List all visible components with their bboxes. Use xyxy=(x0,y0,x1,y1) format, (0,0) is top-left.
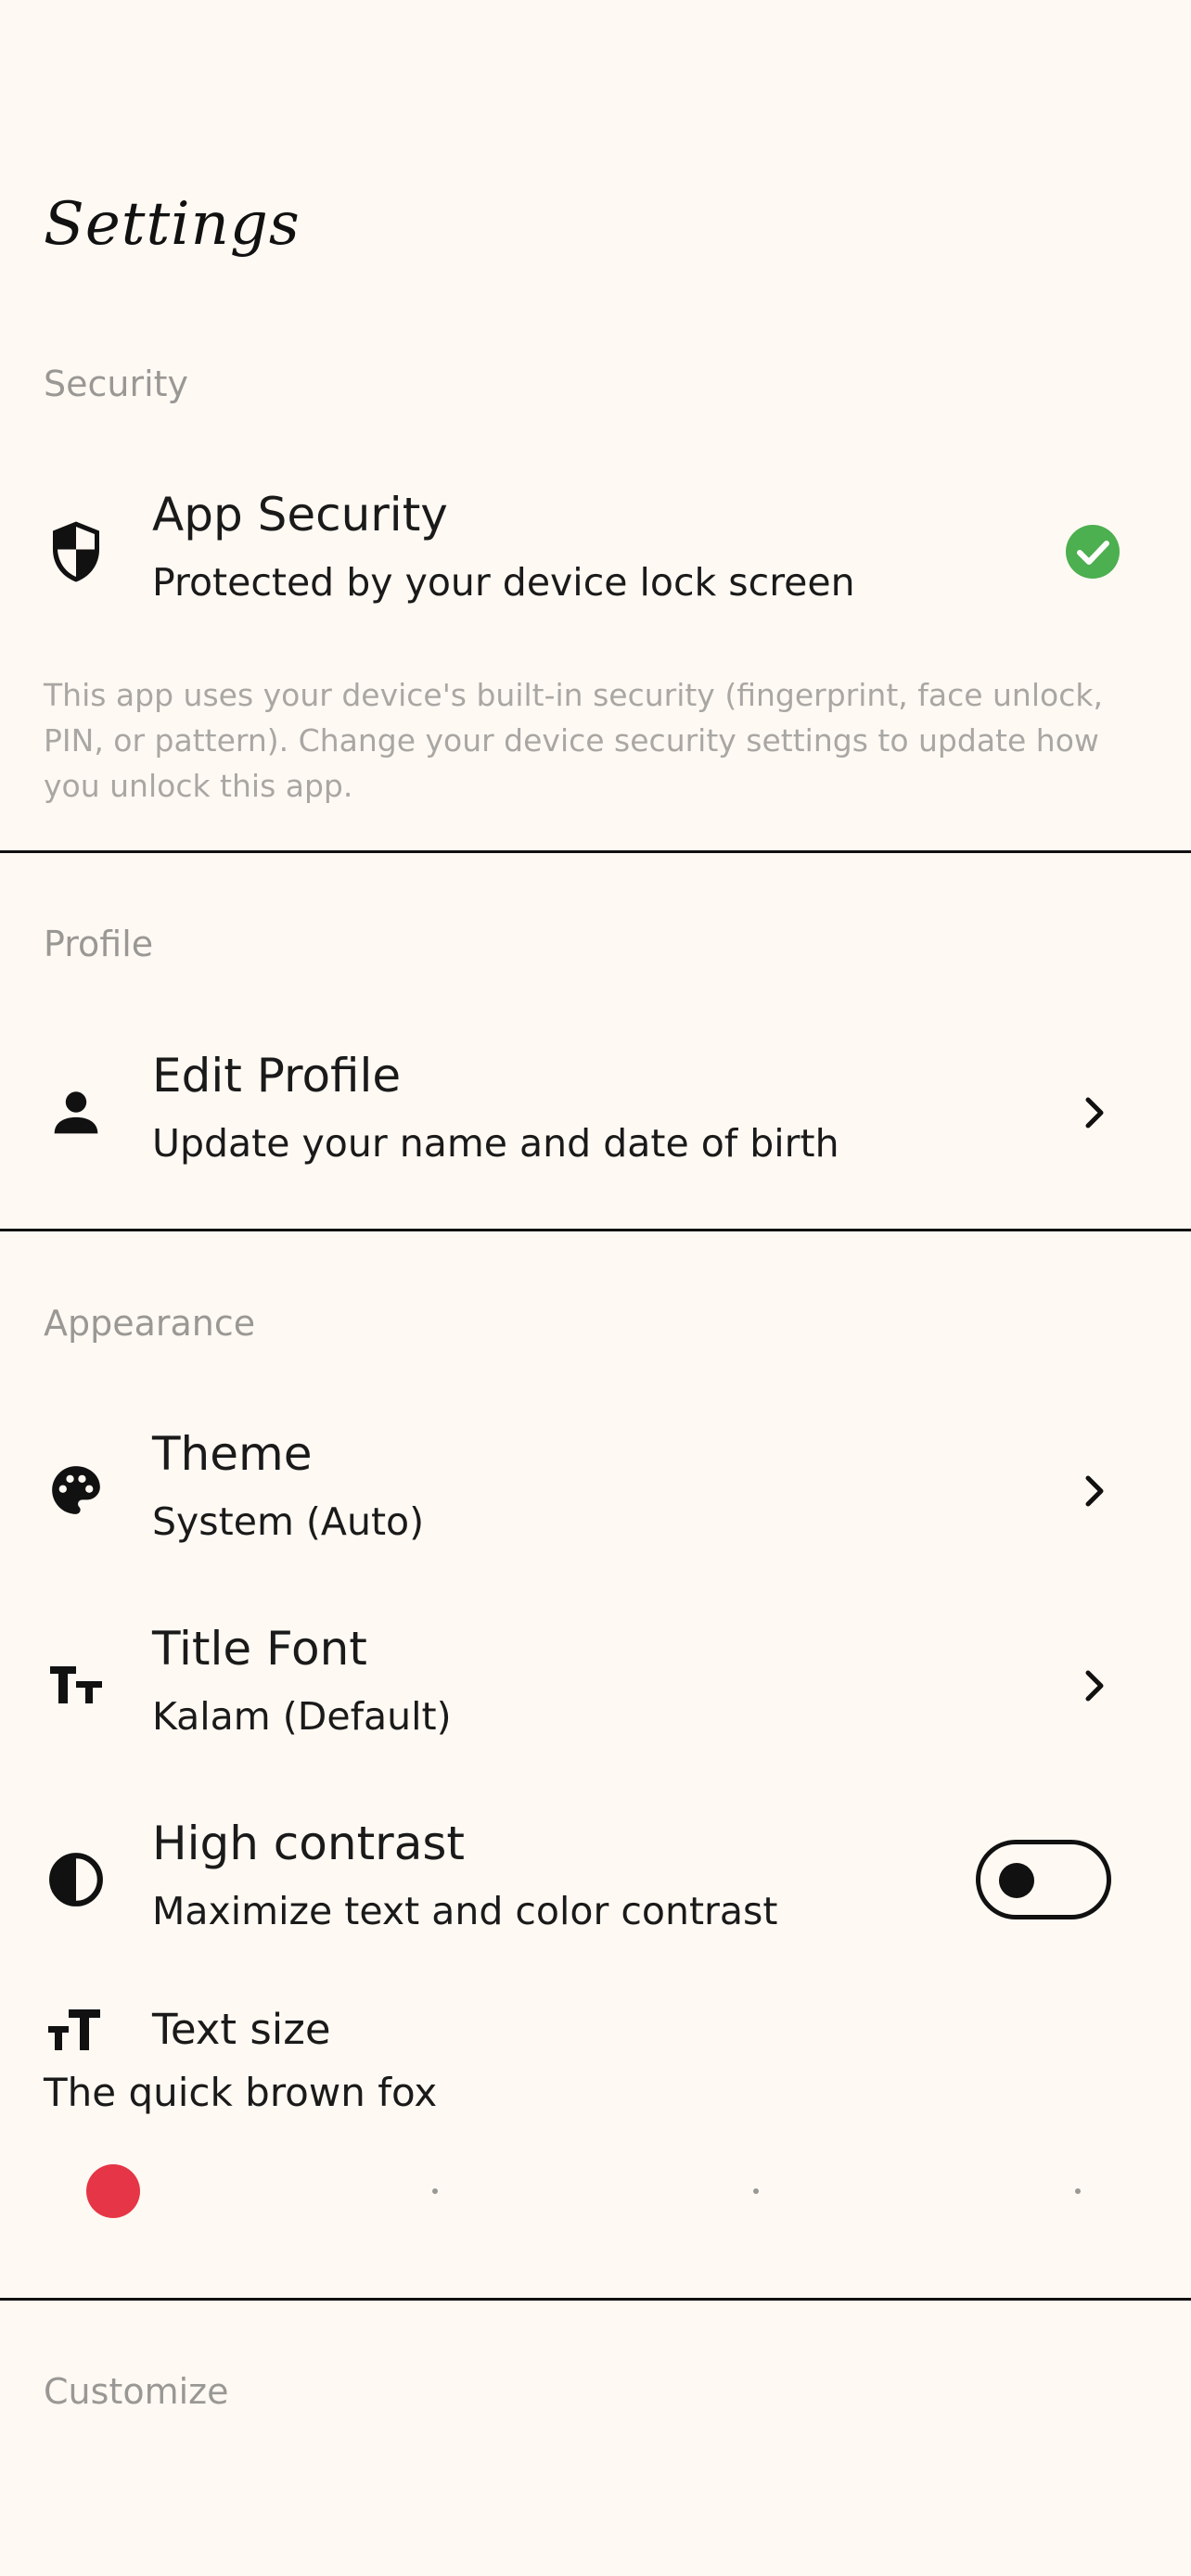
high-contrast-toggle[interactable] xyxy=(976,1840,1111,1919)
text-size-title: Text size xyxy=(152,2005,331,2054)
title-font-subtitle: Kalam (Default) xyxy=(152,1694,452,1739)
palette-icon xyxy=(41,1455,111,1525)
section-header-customize: Customize xyxy=(44,2371,229,2412)
slider-thumb[interactable] xyxy=(86,2164,140,2218)
slider-step-dot xyxy=(1075,2188,1081,2194)
check-circle-icon xyxy=(1065,524,1121,580)
security-note: This app uses your device's built-in sec… xyxy=(44,677,1103,804)
high-contrast-subtitle: Maximize text and color contrast xyxy=(152,1889,778,1933)
app-security-title: App Security xyxy=(152,488,448,542)
contrast-icon xyxy=(41,1844,111,1915)
section-header-security: Security xyxy=(44,363,189,404)
title-font-row[interactable]: Title Font Kalam (Default) xyxy=(0,1598,1191,1774)
edit-profile-title: Edit Profile xyxy=(152,1049,402,1103)
slider-step-dot xyxy=(753,2188,759,2194)
app-security-subtitle: Protected by your device lock screen xyxy=(152,560,855,605)
theme-row[interactable]: Theme System (Auto) xyxy=(0,1403,1191,1579)
chevron-right-icon xyxy=(1076,1473,1113,1510)
section-header-appearance: Appearance xyxy=(44,1303,256,1344)
theme-subtitle: System (Auto) xyxy=(152,1499,425,1544)
text-size-slider[interactable] xyxy=(86,2163,1107,2219)
high-contrast-title: High contrast xyxy=(152,1817,466,1870)
person-icon xyxy=(41,1077,111,1147)
shield-icon xyxy=(41,516,111,587)
page-title: Settings xyxy=(44,190,301,259)
high-contrast-row[interactable]: High contrast Maximize text and color co… xyxy=(0,1792,1191,1969)
divider xyxy=(0,850,1191,853)
edit-profile-subtitle: Update your name and date of birth xyxy=(152,1121,839,1166)
divider xyxy=(0,1229,1191,1231)
app-security-row[interactable]: App Security Protected by your device lo… xyxy=(0,464,1191,640)
chevron-right-icon xyxy=(1076,1667,1113,1704)
divider xyxy=(0,2298,1191,2301)
text-fields-icon xyxy=(41,1650,111,1720)
text-size-preview: The quick brown fox xyxy=(44,2070,438,2115)
edit-profile-row[interactable]: Edit Profile Update your name and date o… xyxy=(0,1025,1191,1201)
format-size-icon xyxy=(46,2008,108,2054)
toggle-knob xyxy=(999,1863,1034,1898)
title-font-title: Title Font xyxy=(152,1622,367,1676)
theme-title: Theme xyxy=(152,1427,313,1481)
chevron-right-icon xyxy=(1076,1094,1113,1131)
slider-step-dot xyxy=(432,2188,438,2194)
section-header-profile: Profile xyxy=(44,924,154,964)
